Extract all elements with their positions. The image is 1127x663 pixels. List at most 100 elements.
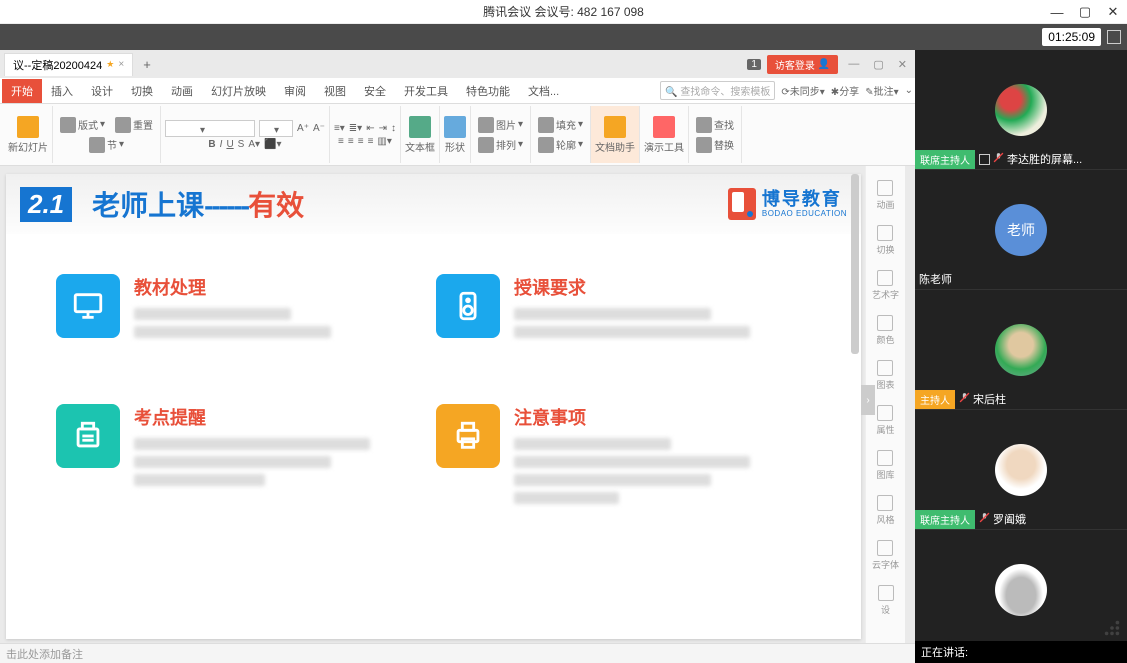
fullscreen-icon[interactable] [1107, 30, 1121, 44]
underline-icon[interactable]: U [226, 139, 233, 150]
font-select[interactable]: ▾ [165, 120, 255, 137]
bullets-icon[interactable]: ≡▾ [334, 123, 345, 134]
side-transition[interactable]: 切换 [876, 225, 894, 256]
textbox-button[interactable]: 文本框 [405, 116, 435, 154]
slide-scrollbar[interactable] [851, 174, 859, 639]
decrease-font-icon[interactable]: A⁻ [313, 123, 325, 134]
tab-devtools[interactable]: 开发工具 [395, 79, 457, 103]
side-cloudfont[interactable]: 云字体 [872, 540, 899, 571]
participant-name: 宋后柱 [955, 391, 1010, 407]
doc-helper-button[interactable]: 文档助手 [595, 116, 635, 154]
numbers-icon[interactable]: ≣▾ [349, 123, 362, 134]
tab-start[interactable]: 开始 [2, 79, 42, 103]
meeting-timer: 01:25:09 [1042, 28, 1101, 46]
side-chart[interactable]: 图表 [876, 360, 894, 391]
shape-button[interactable]: 形状 [444, 116, 466, 154]
slide-canvas[interactable]: 2.1 老师上课------有效 博导教育 BODAO EDUCATION [6, 174, 861, 639]
side-settings[interactable]: 设 [878, 585, 894, 616]
side-wordart[interactable]: 艺术字 [872, 270, 899, 301]
arrange-button[interactable]: 排列▾ [475, 136, 526, 154]
guest-login-button[interactable]: 访客登录 👤 [767, 55, 838, 74]
side-gallery[interactable]: 图库 [876, 450, 894, 481]
command-search[interactable]: 🔍 查找命令、搜索模板 [660, 81, 775, 100]
avatar [995, 84, 1047, 136]
fax-icon [56, 404, 120, 468]
app-titlebar: 腾讯会议 会议号: 482 167 098 — ▢ ✕ [0, 0, 1127, 24]
picture-button[interactable]: 图片▾ [475, 116, 526, 134]
tab-design[interactable]: 设计 [82, 79, 122, 103]
tab-animation[interactable]: 动画 [162, 79, 202, 103]
side-style[interactable]: 风格 [876, 495, 894, 526]
tab-transition[interactable]: 切换 [122, 79, 162, 103]
align-right-icon[interactable]: ≡ [358, 136, 364, 147]
align-justify-icon[interactable]: ≡ [368, 136, 374, 147]
participant-tile[interactable] [915, 530, 1127, 641]
minimize-button[interactable]: — [1043, 0, 1071, 24]
tab-insert[interactable]: 插入 [42, 79, 82, 103]
side-color[interactable]: 颜色 [876, 315, 894, 346]
ribbon-tabs: 开始 插入 设计 切换 动画 幻灯片放映 审阅 视图 安全 开发工具 特色功能 … [0, 78, 915, 104]
tab-view[interactable]: 视图 [315, 79, 355, 103]
bold-icon[interactable]: B [208, 139, 215, 150]
indent-left-icon[interactable]: ⇤ [366, 123, 374, 134]
ribbon-collapse-icon[interactable]: ⌄ [905, 85, 913, 96]
document-tab[interactable]: 议--定稿20200424 ★ × [4, 53, 133, 76]
columns-icon[interactable]: ▥▾ [377, 136, 391, 147]
participant-label: 主持人宋后柱 [915, 389, 1127, 409]
section-button[interactable]: 节▾ [86, 136, 127, 154]
side-animation[interactable]: 动画 [876, 180, 894, 211]
participant-tile[interactable]: 联席主持人罗阖娥 [915, 410, 1127, 530]
participant-tile[interactable]: 主持人宋后柱 [915, 290, 1127, 410]
new-tab-button[interactable]: + [133, 54, 161, 75]
fontcolor-icon[interactable]: A▾ [248, 139, 260, 150]
card-title: 注意事项 [514, 404, 776, 430]
office-max-button[interactable]: ▢ [869, 58, 887, 71]
layout-button[interactable]: 版式▾ [57, 116, 108, 134]
replace-button[interactable]: 替换 [693, 136, 737, 154]
align-center-icon[interactable]: ≡ [348, 136, 354, 147]
participant-name: 陈老师 [915, 271, 956, 287]
increase-font-icon[interactable]: A⁺ [297, 123, 309, 134]
unsync-button[interactable]: ⟳未同步▾ [781, 83, 824, 98]
demo-tool-button[interactable]: 演示工具 [644, 116, 684, 154]
participant-tile[interactable]: 联席主持人李达胜的屏幕... [915, 50, 1127, 170]
tab-slideshow[interactable]: 幻灯片放映 [202, 79, 275, 103]
participant-tile[interactable]: 老师陈老师 [915, 170, 1127, 290]
slide-editor: 2.1 老师上课------有效 博导教育 BODAO EDUCATION [0, 166, 915, 643]
brand-cn: 博导教育 [762, 190, 847, 210]
italic-icon[interactable]: I [220, 139, 223, 150]
office-min-button[interactable]: — [844, 58, 863, 70]
indent-right-icon[interactable]: ⇥ [379, 123, 387, 134]
document-tabbar: 议--定稿20200424 ★ × + 1 访客登录 👤 — ▢ ✕ [0, 50, 915, 78]
card-title: 教材处理 [134, 274, 396, 300]
screen-share-icon [979, 154, 990, 165]
highlight-icon[interactable]: ⬛▾ [264, 139, 281, 150]
brand-logo-block: 博导教育 BODAO EDUCATION [728, 188, 847, 220]
doc-tab-close[interactable]: × [118, 59, 124, 70]
notification-badge[interactable]: 1 [747, 59, 761, 70]
tab-review[interactable]: 审阅 [275, 79, 315, 103]
align-left-icon[interactable]: ≡ [338, 136, 344, 147]
side-property[interactable]: 属性 [876, 405, 894, 436]
outline-button[interactable]: 轮廓▾ [535, 136, 586, 154]
notes-input[interactable]: 击此处添加备注 [0, 643, 915, 663]
fill-button[interactable]: 填充▾ [535, 116, 586, 134]
close-button[interactable]: ✕ [1099, 0, 1127, 24]
reset-button[interactable]: 重置 [112, 116, 156, 134]
line-spacing-icon[interactable]: ↕ [391, 123, 396, 134]
share-button[interactable]: ✱分享 [831, 83, 859, 98]
brand-en: BODAO EDUCATION [762, 210, 847, 219]
side-expand-icon[interactable]: › [861, 385, 875, 415]
fontsize-select[interactable]: ▾ [259, 120, 293, 137]
tab-security[interactable]: 安全 [355, 79, 395, 103]
maximize-button[interactable]: ▢ [1071, 0, 1099, 24]
find-button[interactable]: 查找 [693, 116, 737, 134]
tab-more[interactable]: 文档... [519, 79, 568, 103]
tab-features[interactable]: 特色功能 [457, 79, 519, 103]
strike-icon[interactable]: S [238, 139, 245, 150]
comment-button[interactable]: ✎批注▾ [865, 83, 898, 98]
slide-number: 2.1 [20, 187, 72, 222]
new-slide-button[interactable]: 新幻灯片 [8, 116, 48, 154]
office-close-button[interactable]: ✕ [894, 58, 911, 71]
avatar [995, 324, 1047, 376]
